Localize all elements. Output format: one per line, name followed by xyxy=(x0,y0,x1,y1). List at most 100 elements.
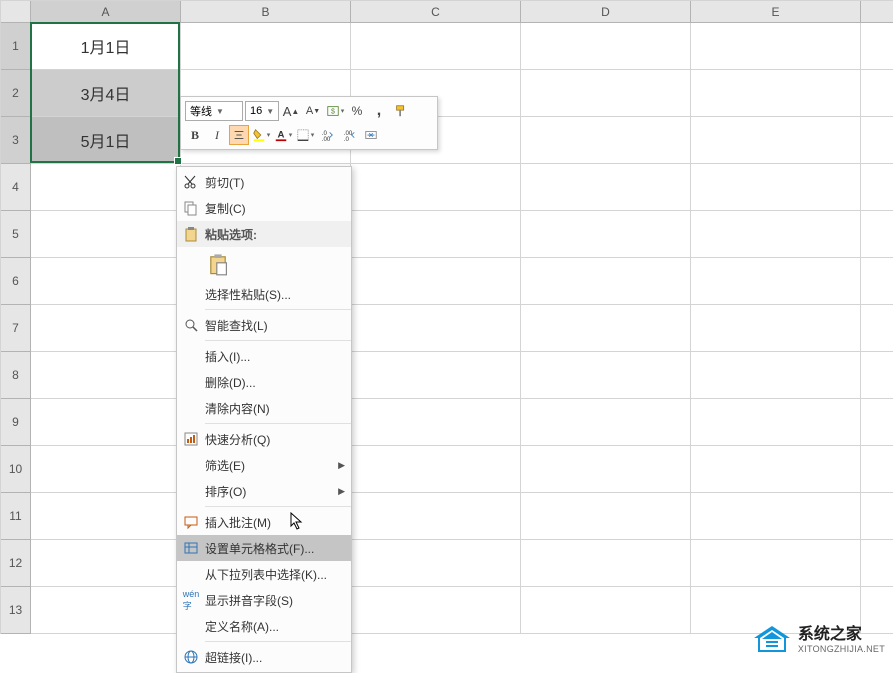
cell-F2[interactable] xyxy=(861,70,893,117)
decrease-decimal-button[interactable]: .00.0 xyxy=(339,125,359,145)
mini-toolbar: 等线 ▼ 16 ▼ A▲ A▼ $ ▾ % , B I ▾ A ▾ xyxy=(180,96,438,150)
cell-E1[interactable] xyxy=(691,23,861,70)
menu-copy[interactable]: 复制(C) xyxy=(177,195,351,221)
menu-quick-analysis[interactable]: 快速分析(Q) xyxy=(177,426,351,452)
phonetic-icon: wén字 xyxy=(177,589,205,612)
watermark-url: XITONGZHIJIA.NET xyxy=(798,644,885,655)
row-header-4[interactable]: 4 xyxy=(1,164,31,211)
comma-button[interactable]: , xyxy=(369,101,389,121)
format-cells-icon xyxy=(177,540,205,556)
font-size-value: 16 xyxy=(250,105,262,117)
svg-text:$: $ xyxy=(331,109,335,116)
borders-icon xyxy=(296,128,310,142)
house-logo-icon xyxy=(752,624,792,656)
menu-insert-comment[interactable]: 插入批注(M) xyxy=(177,509,351,535)
increase-font-button[interactable]: A▲ xyxy=(281,101,301,121)
cell-A4[interactable] xyxy=(31,164,181,211)
cell-D1[interactable] xyxy=(521,23,691,70)
menu-insert[interactable]: 插入(I)... xyxy=(177,343,351,369)
row-header-8[interactable]: 8 xyxy=(1,352,31,399)
menu-format-cells[interactable]: 设置单元格格式(F)... xyxy=(177,535,351,561)
col-header-B[interactable]: B xyxy=(181,1,351,23)
italic-button[interactable]: I xyxy=(207,125,227,145)
merge-icon xyxy=(364,128,378,142)
menu-paste-special-label: 选择性粘贴(S)... xyxy=(205,286,345,303)
comment-icon xyxy=(177,514,205,530)
font-color-button[interactable]: A ▾ xyxy=(273,125,293,145)
cut-icon xyxy=(177,174,205,190)
spreadsheet-grid[interactable]: A B C D E F 1 1月1日 2 3月4日 3 5月1日 4 5 6 7… xyxy=(0,0,893,634)
menu-clear[interactable]: 清除内容(N) xyxy=(177,395,351,421)
paste-icon xyxy=(177,226,205,242)
row-header-10[interactable]: 10 xyxy=(1,446,31,493)
svg-text:A: A xyxy=(277,130,284,141)
select-all-corner[interactable] xyxy=(1,1,31,23)
paste-option-default[interactable] xyxy=(205,251,231,277)
increase-decimal-button[interactable]: .0.00 xyxy=(317,125,337,145)
row-header-13[interactable]: 13 xyxy=(1,587,31,634)
menu-cut[interactable]: 剪切(T) xyxy=(177,169,351,195)
col-header-C[interactable]: C xyxy=(351,1,521,23)
chevron-right-icon: ▶ xyxy=(338,460,345,471)
decrease-font-button[interactable]: A▼ xyxy=(303,101,323,121)
percent-button[interactable]: % xyxy=(347,101,367,121)
decrease-decimal-icon: .00.0 xyxy=(342,128,356,142)
cell-A3[interactable]: 5月1日 xyxy=(31,117,181,164)
cell-A2[interactable]: 3月4日 xyxy=(31,70,181,117)
row-header-11[interactable]: 11 xyxy=(1,493,31,540)
menu-filter[interactable]: 筛选(E) ▶ xyxy=(177,452,351,478)
hyperlink-icon xyxy=(177,649,205,665)
borders-button[interactable]: ▾ xyxy=(295,125,315,145)
cell-A1[interactable]: 1月1日 xyxy=(31,23,181,70)
col-header-F[interactable]: F xyxy=(861,1,893,23)
align-center-button[interactable] xyxy=(229,125,249,145)
merge-center-button[interactable] xyxy=(361,125,381,145)
row-header-1[interactable]: 1 xyxy=(1,23,31,70)
chevron-down-icon: ▼ xyxy=(216,107,224,116)
accounting-format-button[interactable]: $ ▾ xyxy=(325,101,345,121)
menu-hyperlink[interactable]: 超链接(I)... xyxy=(177,644,351,670)
col-header-D[interactable]: D xyxy=(521,1,691,23)
col-header-E[interactable]: E xyxy=(691,1,861,23)
quick-analysis-icon xyxy=(177,431,205,447)
menu-paste-special[interactable]: 选择性粘贴(S)... xyxy=(177,281,351,307)
row-header-2[interactable]: 2 xyxy=(1,70,31,117)
watermark-title: 系统之家 xyxy=(798,625,885,644)
format-painter-button[interactable] xyxy=(391,101,411,121)
align-center-icon xyxy=(232,128,246,142)
cell-C1[interactable] xyxy=(351,23,521,70)
font-size-combo[interactable]: 16 ▼ xyxy=(245,101,279,121)
menu-dropdown-pick[interactable]: 从下拉列表中选择(K)... xyxy=(177,561,351,587)
bold-button[interactable]: B xyxy=(185,125,205,145)
cell-D2[interactable] xyxy=(521,70,691,117)
cell-F3[interactable] xyxy=(861,117,893,164)
accounting-icon: $ xyxy=(326,104,340,118)
row-header-6[interactable]: 6 xyxy=(1,258,31,305)
cell-E2[interactable] xyxy=(691,70,861,117)
menu-define-name[interactable]: 定义名称(A)... xyxy=(177,613,351,639)
menu-smart-lookup[interactable]: 智能查找(L) xyxy=(177,312,351,338)
cell-B1[interactable] xyxy=(181,23,351,70)
menu-cut-label: 剪切(T) xyxy=(205,174,345,191)
menu-sort[interactable]: 排序(O) ▶ xyxy=(177,478,351,504)
fill-color-button[interactable]: ▾ xyxy=(251,125,271,145)
row-header-12[interactable]: 12 xyxy=(1,540,31,587)
menu-copy-label: 复制(C) xyxy=(205,200,345,217)
search-icon xyxy=(177,317,205,333)
row-header-7[interactable]: 7 xyxy=(1,305,31,352)
increase-decimal-icon: .0.00 xyxy=(320,128,334,142)
cell-F1[interactable] xyxy=(861,23,893,70)
svg-text:.0: .0 xyxy=(344,136,350,142)
row-header-5[interactable]: 5 xyxy=(1,211,31,258)
row-header-9[interactable]: 9 xyxy=(1,399,31,446)
col-header-A[interactable]: A xyxy=(31,1,181,23)
cell-E3[interactable] xyxy=(691,117,861,164)
row-header-3[interactable]: 3 xyxy=(1,117,31,164)
format-painter-icon xyxy=(394,104,408,118)
font-name-combo[interactable]: 等线 ▼ xyxy=(185,101,243,121)
watermark: 系统之家 XITONGZHIJIA.NET xyxy=(752,624,885,656)
chevron-down-icon: ▼ xyxy=(266,107,274,116)
cell-D3[interactable] xyxy=(521,117,691,164)
menu-delete[interactable]: 删除(D)... xyxy=(177,369,351,395)
menu-show-phonetic[interactable]: wén字 显示拼音字段(S) xyxy=(177,587,351,613)
